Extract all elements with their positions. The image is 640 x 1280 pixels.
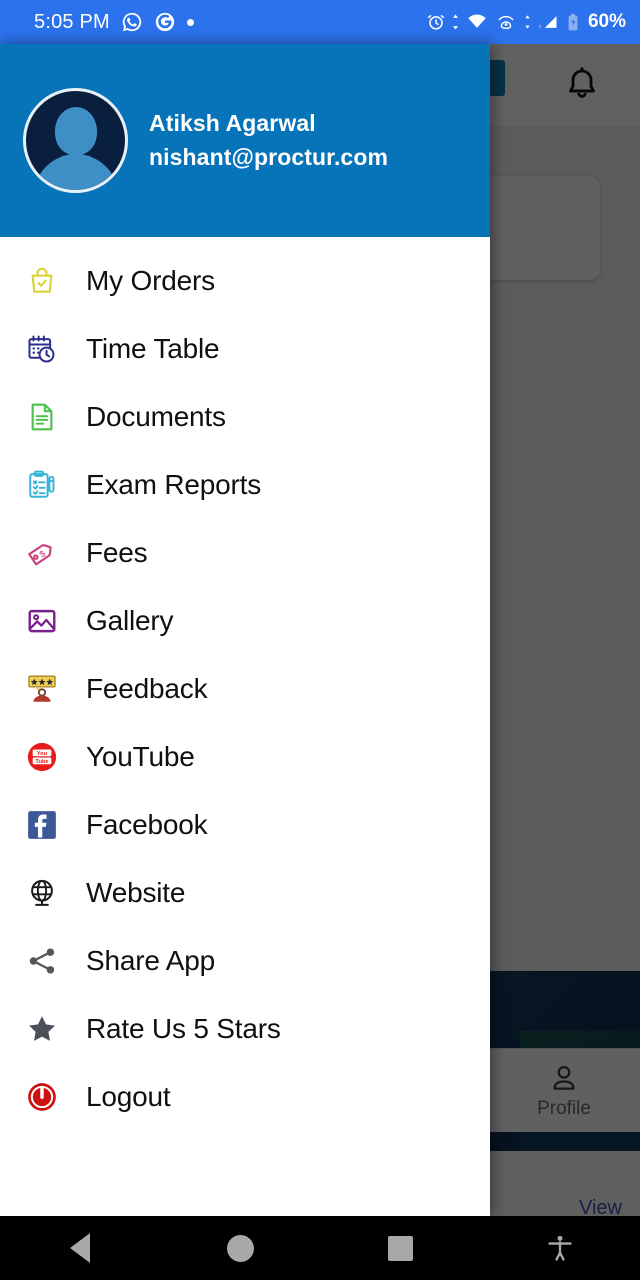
- feedback-stars-icon: [22, 669, 62, 709]
- svg-text:You: You: [37, 751, 48, 757]
- accessibility-icon: [548, 1235, 572, 1261]
- status-bar: 5:05 PM ₂ 60%: [0, 0, 640, 44]
- svg-text:Tube: Tube: [35, 759, 48, 765]
- battery-icon: [568, 13, 578, 30]
- calendar-clock-icon: [22, 329, 62, 369]
- facebook-icon: [22, 805, 62, 845]
- avatar-body: [33, 154, 118, 190]
- system-navigation-bar: [0, 1216, 640, 1280]
- recents-square-icon: [387, 1235, 413, 1261]
- clipboard-pen-icon: [22, 465, 62, 505]
- menu-item-website[interactable]: Website: [0, 859, 490, 927]
- menu-item-label: Facebook: [86, 809, 208, 840]
- signal-icon: ₂: [539, 16, 557, 29]
- profile-text-block: Atiksh Agarwal nishant@proctur.com: [149, 110, 388, 171]
- menu-item-documents[interactable]: Documents: [0, 383, 490, 451]
- navigation-drawer: Atiksh Agarwal nishant@proctur.com My Or…: [0, 44, 490, 1216]
- menu-item-label: Documents: [86, 401, 226, 432]
- menu-item-feedback[interactable]: Feedback: [0, 655, 490, 723]
- menu-item-youtube[interactable]: You Tube YouTube: [0, 723, 490, 791]
- avatar[interactable]: [23, 88, 128, 193]
- menu-item-gallery[interactable]: Gallery: [0, 587, 490, 655]
- menu-item-share-app[interactable]: Share App: [0, 927, 490, 995]
- wifi-icon: [468, 14, 486, 28]
- mobile-data-icon: [525, 15, 530, 29]
- svg-text:₂: ₂: [539, 23, 541, 29]
- whatsapp-icon: [122, 12, 142, 32]
- menu-item-facebook[interactable]: Facebook: [0, 791, 490, 859]
- profile-name: Atiksh Agarwal: [149, 110, 316, 136]
- shopping-bag-check-icon: [22, 261, 62, 301]
- drawer-profile-header[interactable]: Atiksh Agarwal nishant@proctur.com: [0, 44, 490, 237]
- menu-item-label: Rate Us 5 Stars: [86, 1013, 281, 1044]
- google-icon: [155, 12, 175, 32]
- back-triangle-icon: [70, 1233, 90, 1263]
- data-transfer-icon: [452, 14, 458, 30]
- menu-item-label: Gallery: [86, 605, 174, 636]
- star-icon: [22, 1009, 62, 1049]
- menu-item-exam-reports[interactable]: Exam Reports: [0, 451, 490, 519]
- nav-button-back[interactable]: [0, 1233, 160, 1263]
- menu-item-label: YouTube: [86, 741, 195, 772]
- youtube-icon: You Tube: [22, 737, 62, 777]
- price-tag-icon: $: [22, 533, 62, 573]
- profile-email: nishant@proctur.com: [149, 144, 389, 170]
- menu-item-fees[interactable]: $ Fees: [0, 519, 490, 587]
- menu-item-label: My Orders: [86, 265, 215, 296]
- menu-item-label: Share App: [86, 945, 215, 976]
- menu-item-label: Feedback: [86, 673, 208, 704]
- document-icon: [22, 397, 62, 437]
- phone-screen: 5:05 PM ₂ 60% Atiksh Agarwal nishant@pro…: [0, 0, 640, 1280]
- battery-percent: 60%: [587, 11, 626, 32]
- menu-item-label: Logout: [86, 1081, 171, 1112]
- globe-icon: [22, 873, 62, 913]
- menu-item-label: Time Table: [86, 333, 220, 364]
- status-bar-right: ₂ 60%: [426, 11, 626, 33]
- menu-item-rate-us[interactable]: Rate Us 5 Stars: [0, 995, 490, 1063]
- menu-item-label: Fees: [86, 537, 148, 568]
- status-bar-left: 5:05 PM: [34, 11, 194, 34]
- status-clock: 5:05 PM: [34, 10, 110, 33]
- share-icon: [22, 941, 62, 981]
- dot-indicator: [186, 18, 194, 26]
- alarm-icon: [427, 15, 445, 30]
- menu-item-my-orders[interactable]: My Orders: [0, 247, 490, 315]
- avatar-head: [54, 107, 97, 155]
- menu-item-time-table[interactable]: Time Table: [0, 315, 490, 383]
- image-icon: [22, 601, 62, 641]
- menu-item-label: Website: [86, 877, 186, 908]
- hotspot-icon: [498, 15, 514, 30]
- nav-button-accessibility[interactable]: [480, 1233, 640, 1263]
- drawer-menu-list: My Orders Time Table Documents Exam Repo…: [0, 237, 490, 1216]
- nav-button-home[interactable]: [160, 1234, 320, 1262]
- home-circle-icon: [226, 1234, 254, 1262]
- nav-button-recents[interactable]: [320, 1235, 480, 1261]
- menu-item-label: Exam Reports: [86, 469, 261, 500]
- power-off-icon: [22, 1077, 62, 1117]
- menu-item-logout[interactable]: Logout: [0, 1063, 490, 1131]
